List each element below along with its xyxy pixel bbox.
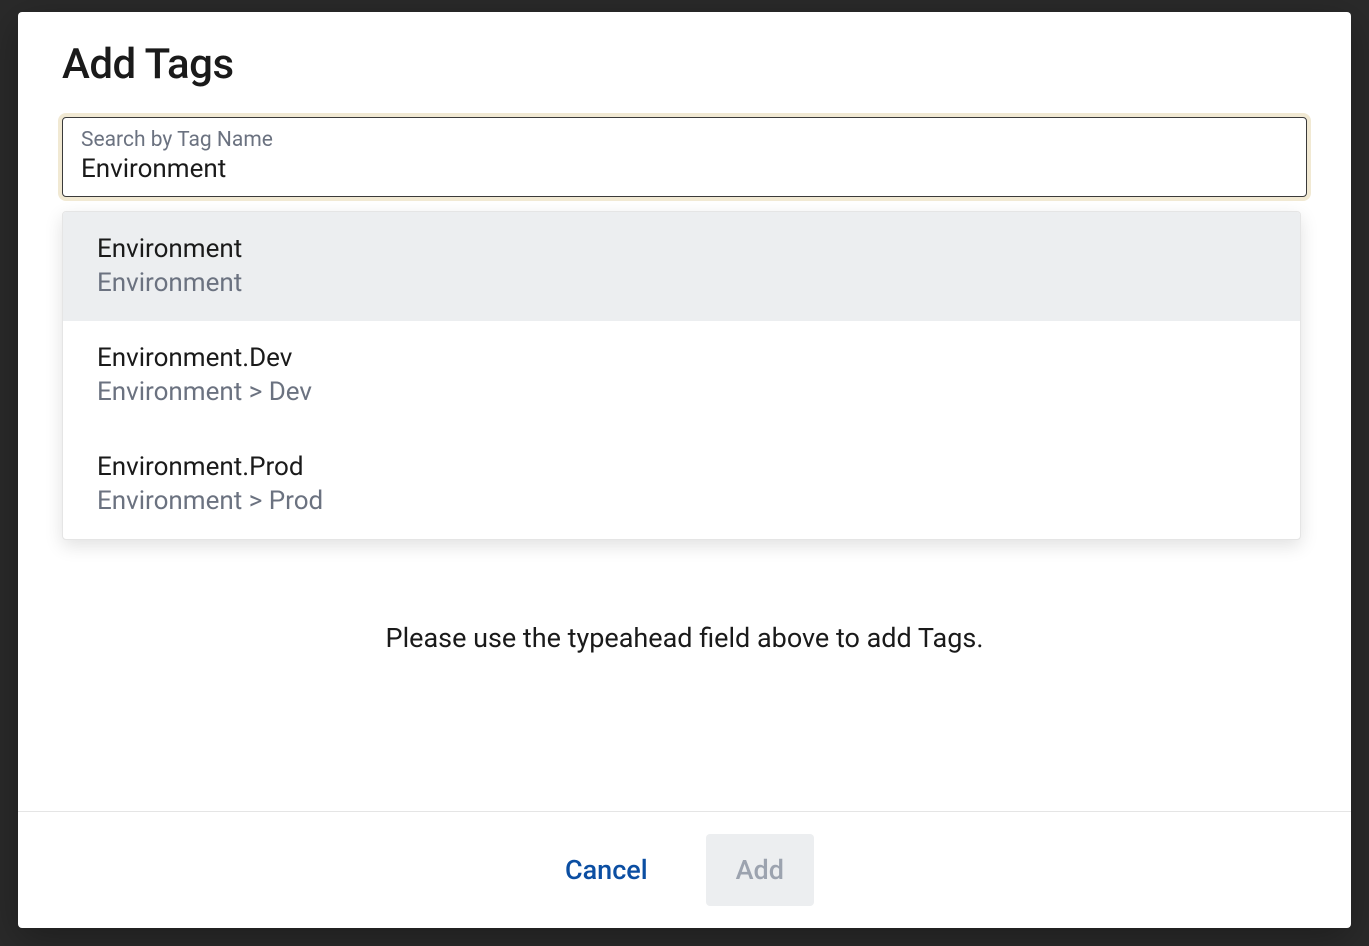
dropdown-item[interactable]: Environment.Dev Environment > Dev (63, 321, 1300, 430)
search-input[interactable] (81, 154, 1288, 184)
helper-text: Please use the typeahead field above to … (18, 622, 1351, 654)
dropdown-item-path: Environment > Dev (97, 377, 1266, 407)
dropdown-item[interactable]: Environment Environment (63, 212, 1300, 321)
dropdown-item[interactable]: Environment.Prod Environment > Prod (63, 430, 1300, 539)
dropdown-item-path: Environment (97, 268, 1266, 298)
cancel-button[interactable]: Cancel (555, 840, 658, 900)
dropdown-item-path: Environment > Prod (97, 486, 1266, 516)
modal-footer: Cancel Add (18, 811, 1351, 928)
dropdown-item-title: Environment (97, 234, 1266, 264)
search-field[interactable]: Search by Tag Name (62, 117, 1307, 197)
modal-body: Add Tags Search by Tag Name Environment … (18, 12, 1351, 811)
modal-title: Add Tags (62, 40, 1307, 89)
add-button[interactable]: Add (706, 834, 814, 906)
add-tags-modal: Add Tags Search by Tag Name Environment … (18, 12, 1351, 928)
dropdown-item-title: Environment.Dev (97, 343, 1266, 373)
search-label: Search by Tag Name (81, 128, 1288, 152)
dropdown-item-title: Environment.Prod (97, 452, 1266, 482)
tag-dropdown: Environment Environment Environment.Dev … (62, 211, 1301, 540)
search-wrapper: Search by Tag Name Environment Environme… (62, 117, 1307, 197)
